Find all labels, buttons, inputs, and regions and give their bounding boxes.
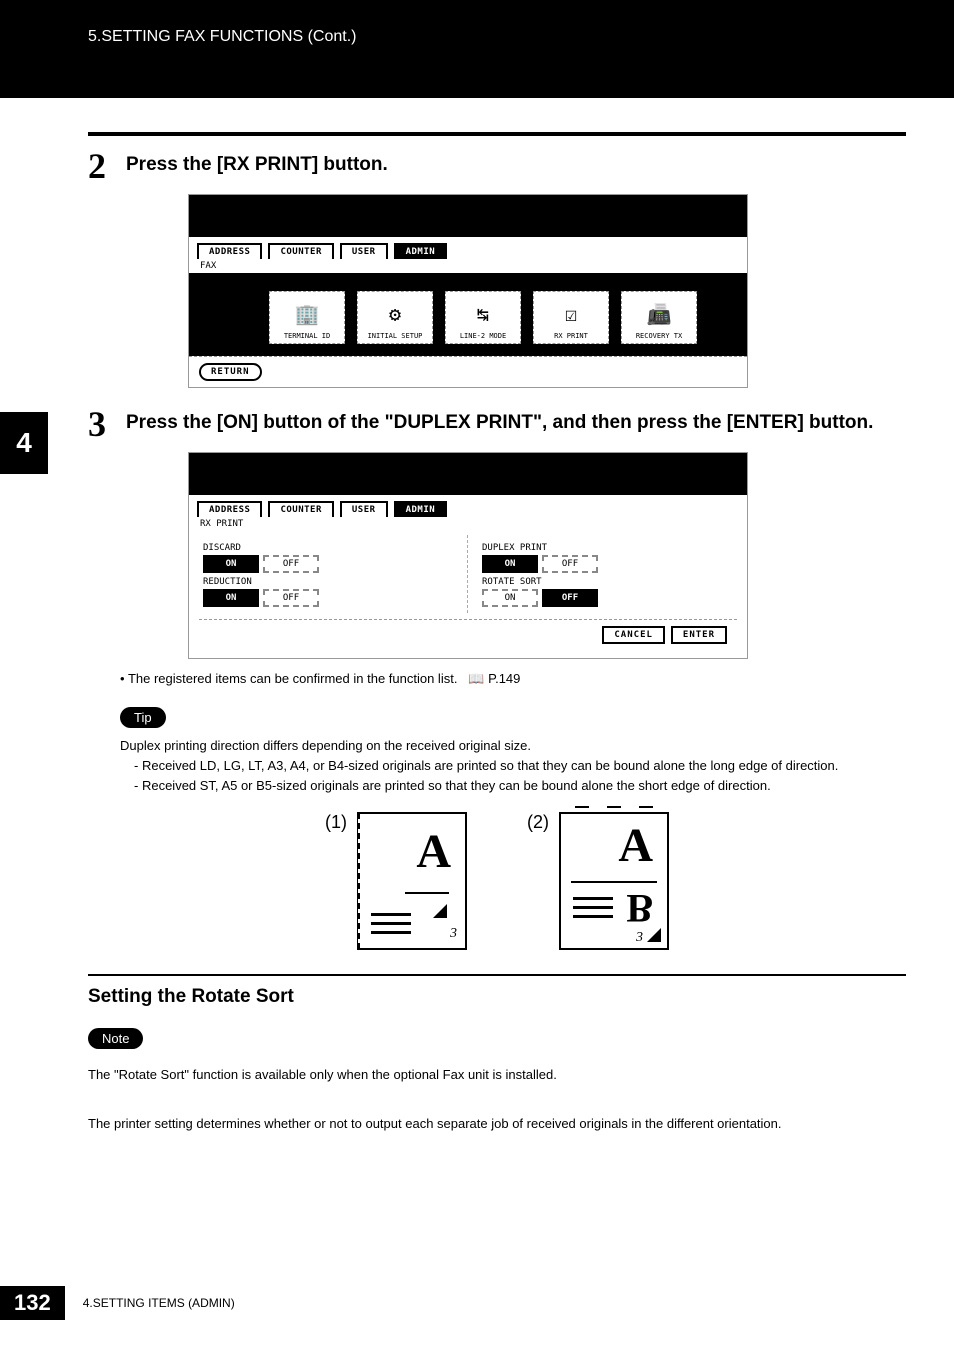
fold-corner-icon	[647, 928, 661, 942]
text-lines-icon	[371, 907, 411, 934]
reduction-label: REDUCTION	[203, 577, 457, 587]
right-col: DUPLEX PRINT ON OFF ROTATE SORT ON OFF	[468, 535, 737, 613]
btn-rx-print[interactable]: ☑RX PRINT	[533, 291, 609, 344]
reduction-off[interactable]: OFF	[263, 589, 319, 607]
btn-label: RECOVERY TX	[636, 332, 682, 340]
page-number: 132	[0, 1286, 65, 1320]
step-instruction: Press the [ON] button of the "DUPLEX PRI…	[126, 406, 873, 437]
tip-item: Received ST, A5 or B5-sized originals ar…	[120, 776, 906, 796]
left-col: DISCARD ON OFF REDUCTION ON OFF	[199, 535, 468, 613]
paper-stack-2: A B 3	[559, 812, 669, 950]
page-footer: 132 4.SETTING ITEMS (ADMIN)	[0, 1286, 235, 1320]
section-heading: Setting the Rotate Sort	[88, 986, 906, 1008]
tip-item: Received LD, LG, LT, A3, A4, or B4-sized…	[120, 756, 906, 776]
return-button[interactable]: RETURN	[199, 363, 262, 381]
note-text: The "Rotate Sort" function is available …	[88, 1065, 906, 1085]
btn-label: RX PRINT	[554, 332, 588, 340]
step-3: 3 Press the [ON] button of the "DUPLEX P…	[88, 406, 906, 442]
note-badge: Note	[88, 1028, 143, 1049]
text-lines-icon	[573, 891, 613, 918]
tab-user[interactable]: USER	[340, 501, 388, 517]
discard-off[interactable]: OFF	[263, 555, 319, 573]
diagram-label-2: (2)	[527, 812, 549, 833]
step-2: 2 Press the [RX PRINT] button.	[88, 148, 906, 184]
fold-corner-icon	[433, 904, 447, 918]
btn-label: INITIAL SETUP	[368, 332, 423, 340]
diagram-1: (1) A 3	[325, 812, 467, 950]
mid-line	[405, 892, 449, 894]
paper-stack-1: A 3	[357, 812, 467, 950]
diagrams: (1) A 3 (2) A B 3	[88, 812, 906, 950]
enter-button[interactable]: ENTER	[671, 626, 727, 644]
tab-address[interactable]: ADDRESS	[197, 501, 262, 517]
btn-initial-setup[interactable]: ⚙INITIAL SETUP	[357, 291, 433, 344]
tip-intro: Duplex printing direction differs depend…	[120, 736, 906, 756]
discard-on[interactable]: ON	[203, 555, 259, 573]
screenshot-sublabel: FAX	[189, 259, 747, 273]
mid-line	[571, 881, 657, 883]
step-number: 2	[88, 148, 116, 184]
rx-print-icon: ☑	[536, 296, 606, 332]
screenshot-tabs: ADDRESS COUNTER USER ADMIN	[189, 237, 747, 259]
page-hint: 3	[450, 926, 457, 942]
step-instruction: Press the [RX PRINT] button.	[126, 148, 388, 179]
duplex-print-label: DUPLEX PRINT	[482, 543, 727, 553]
duplex-on[interactable]: ON	[482, 555, 538, 573]
btn-terminal-id[interactable]: 🏢TERMINAL ID	[269, 291, 345, 344]
section-description: The printer setting determines whether o…	[88, 1114, 906, 1134]
screenshot-body: 🏢TERMINAL ID ⚙INITIAL SETUP ↹LINE-2 MODE…	[189, 273, 747, 356]
page-content: 2 Press the [RX PRINT] button. ADDRESS C…	[0, 98, 954, 1134]
bullet-note: • The registered items can be confirmed …	[120, 671, 906, 687]
bullet-text: The registered items can be confirmed in…	[128, 671, 458, 686]
terminal-id-icon: 🏢	[272, 296, 342, 332]
cancel-button[interactable]: CANCEL	[602, 626, 665, 644]
screenshot-titlebar	[189, 195, 747, 237]
letter-a: A	[618, 818, 653, 873]
book-icon: 📖	[468, 671, 484, 686]
btn-line2-mode[interactable]: ↹LINE-2 MODE	[445, 291, 521, 344]
step-number: 3	[88, 406, 116, 442]
tip-list: Received LD, LG, LT, A3, A4, or B4-sized…	[120, 756, 906, 796]
rotate-sort-label: ROTATE SORT	[482, 577, 727, 587]
footer-chapter: 4.SETTING ITEMS (ADMIN)	[83, 1296, 235, 1310]
screenshot-body: DISCARD ON OFF REDUCTION ON OFF DUPLEX P…	[189, 531, 747, 658]
screenshot-titlebar	[189, 453, 747, 495]
chapter-side-tab: 4	[0, 412, 48, 474]
screenshot-sublabel: RX PRINT	[189, 517, 747, 531]
rotate-off[interactable]: OFF	[542, 589, 598, 607]
section-rule	[88, 974, 906, 976]
top-header-bar: 5.SETTING FAX FUNCTIONS (Cont.)	[0, 0, 954, 98]
screenshot-bottom-bar: RETURN	[189, 356, 747, 387]
tab-admin[interactable]: ADMIN	[394, 243, 448, 259]
screenshot-rx-print-menu: ADDRESS COUNTER USER ADMIN FAX 🏢TERMINAL…	[188, 194, 748, 388]
dialog-actions: CANCEL ENTER	[199, 619, 737, 650]
discard-label: DISCARD	[203, 543, 457, 553]
btn-label: TERMINAL ID	[284, 332, 330, 340]
diagram-2: (2) A B 3	[527, 812, 669, 950]
tip-badge: Tip	[120, 707, 166, 728]
binding-top-dashes	[575, 806, 653, 808]
tab-user[interactable]: USER	[340, 243, 388, 259]
letter-a: A	[416, 824, 451, 879]
recovery-tx-icon: 📠	[624, 296, 694, 332]
btn-recovery-tx[interactable]: 📠RECOVERY TX	[621, 291, 697, 344]
tab-counter[interactable]: COUNTER	[268, 243, 333, 259]
btn-label: LINE-2 MODE	[460, 332, 506, 340]
tab-counter[interactable]: COUNTER	[268, 501, 333, 517]
letter-b: B	[626, 885, 653, 932]
screenshot-duplex-print: ADDRESS COUNTER USER ADMIN RX PRINT DISC…	[188, 452, 748, 659]
line2-mode-icon: ↹	[448, 296, 518, 332]
tab-admin[interactable]: ADMIN	[394, 501, 448, 517]
rule	[88, 132, 906, 136]
page-ref: P.149	[488, 671, 520, 686]
tab-address[interactable]: ADDRESS	[197, 243, 262, 259]
rotate-on[interactable]: ON	[482, 589, 538, 607]
chapter-title: 5.SETTING FAX FUNCTIONS (Cont.)	[88, 28, 356, 46]
initial-setup-icon: ⚙	[360, 296, 430, 332]
diagram-label-1: (1)	[325, 812, 347, 833]
duplex-off[interactable]: OFF	[542, 555, 598, 573]
page-hint: 3	[636, 930, 643, 946]
screenshot-tabs: ADDRESS COUNTER USER ADMIN	[189, 495, 747, 517]
reduction-on[interactable]: ON	[203, 589, 259, 607]
